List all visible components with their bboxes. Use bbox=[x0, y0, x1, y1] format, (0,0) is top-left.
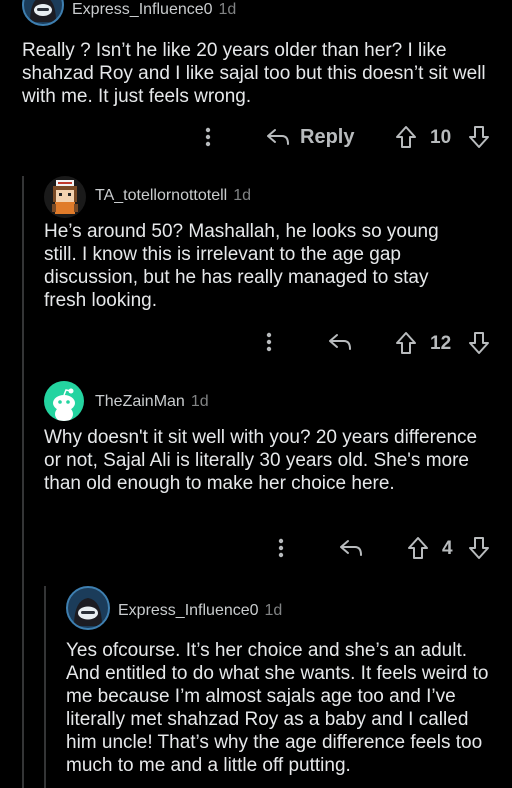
reply-arrow-icon[interactable] bbox=[338, 537, 364, 559]
comment-username[interactable]: Express_Influence0 1d bbox=[72, 1, 236, 19]
avatar[interactable] bbox=[22, 0, 64, 26]
avatar[interactable] bbox=[66, 586, 110, 630]
upvote-icon[interactable] bbox=[406, 535, 430, 561]
comment-body: Why doesn't it sit well with you? 20 yea… bbox=[44, 427, 478, 494]
more-options-icon[interactable] bbox=[261, 331, 277, 353]
reply-arrow-icon bbox=[265, 126, 291, 148]
hooded-robot-avatar-icon bbox=[68, 598, 108, 628]
downvote-icon[interactable] bbox=[467, 330, 491, 356]
snoo-avatar-icon bbox=[44, 388, 84, 421]
more-options-icon[interactable] bbox=[200, 126, 216, 148]
avatar[interactable] bbox=[44, 176, 86, 218]
thread-line-level-2 bbox=[44, 586, 46, 788]
comment-username[interactable]: TA_totellornottotell 1d bbox=[95, 187, 251, 205]
comment-age: 1d bbox=[190, 393, 209, 410]
comment-age: 1d bbox=[218, 1, 237, 18]
hooded-robot-avatar-icon bbox=[24, 0, 62, 24]
reply-arrow-icon[interactable] bbox=[327, 331, 353, 353]
vote-count: 4 bbox=[442, 538, 453, 559]
comment-body: Really ? Isn’t he like 20 years older th… bbox=[22, 40, 486, 107]
upvote-icon[interactable] bbox=[394, 124, 418, 150]
reply-label: Reply bbox=[300, 126, 355, 148]
downvote-icon[interactable] bbox=[467, 535, 491, 561]
thread-line-level-1 bbox=[22, 176, 24, 788]
downvote-icon[interactable] bbox=[467, 124, 491, 150]
more-options-icon[interactable] bbox=[273, 537, 289, 559]
comment-body: He’s around 50? Mashallah, he looks so y… bbox=[44, 221, 439, 311]
vote-count: 12 bbox=[430, 333, 452, 354]
comment-username[interactable]: Express_Influence0 1d bbox=[118, 602, 282, 620]
vote-count: 10 bbox=[430, 127, 452, 148]
comment-body: Yes ofcourse. It’s her choice and she’s … bbox=[66, 640, 489, 776]
pixel-character-avatar-icon bbox=[44, 180, 86, 218]
upvote-icon[interactable] bbox=[394, 330, 418, 356]
comment-username[interactable]: TheZainMan 1d bbox=[95, 393, 209, 411]
comment-age: 1d bbox=[233, 187, 252, 204]
avatar[interactable] bbox=[44, 381, 84, 421]
comment-age: 1d bbox=[264, 602, 283, 619]
